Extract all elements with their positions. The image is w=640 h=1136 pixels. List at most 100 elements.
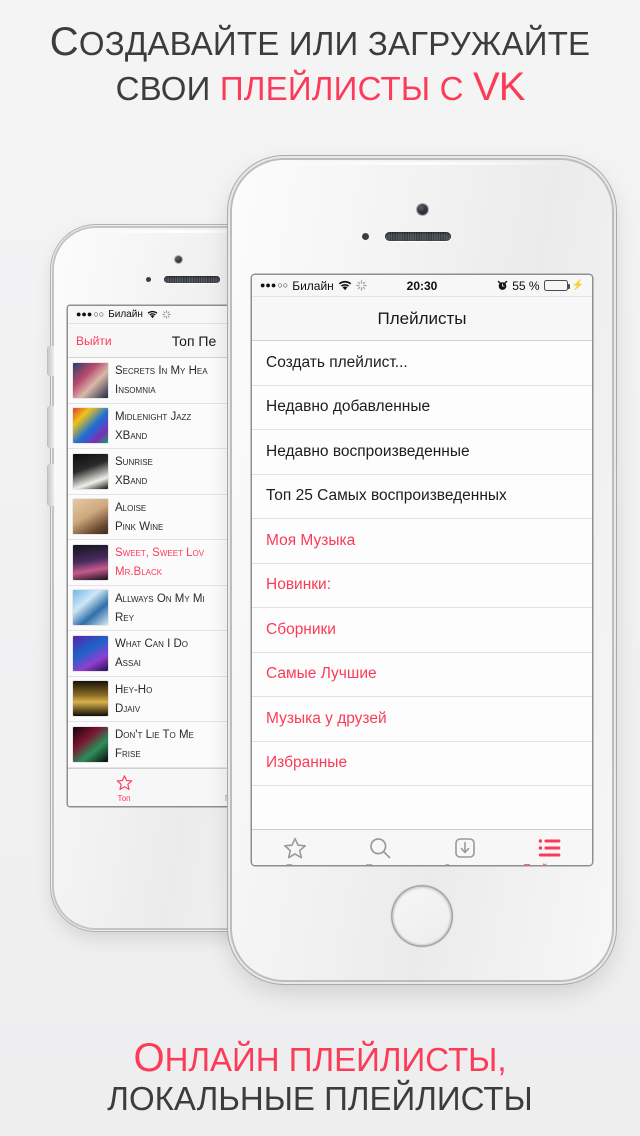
spinner-icon xyxy=(356,280,367,291)
earpiece-speaker xyxy=(385,232,451,241)
song-text: Don't lie to me Frise xyxy=(115,725,194,763)
song-text: Sweet, sweet lov Mr.Black xyxy=(115,543,204,581)
playlist-row-label: Новинки: xyxy=(266,576,332,594)
front-status-right: 55 % ⚡ xyxy=(497,279,584,293)
playlist-row[interactable]: Создать плейлист... xyxy=(252,341,592,386)
headline-line-1-rest: ОЗДАВАЙТЕ ИЛИ ЗАГРУЖАЙТЕ xyxy=(78,25,591,62)
signal-dots-filled: ●●● xyxy=(260,280,277,290)
song-title: Aloise xyxy=(115,501,147,514)
playlist-row[interactable]: Новинки: xyxy=(252,563,592,608)
tab-list[interactable]: Плейлисты xyxy=(507,830,592,865)
footline-line-1-lead: О xyxy=(133,1036,165,1081)
song-artist: Frise xyxy=(115,748,141,761)
song-artist: Mr.Black xyxy=(115,566,163,579)
footline-line-2: ЛОКАЛЬНЫЕ ПЛЕЙЛИСТЫ xyxy=(107,1080,533,1118)
search-icon xyxy=(368,835,392,861)
headline-line-1: СОЗДАВАЙТЕ ИЛИ ЗАГРУЖАЙТЕ xyxy=(0,20,640,65)
headline-brand-vk: VK xyxy=(473,64,525,109)
earpiece-speaker xyxy=(164,276,220,283)
song-title: Sunrise xyxy=(115,456,153,469)
proximity-sensor xyxy=(362,233,369,240)
playlist-row[interactable]: Музыка у друзей xyxy=(252,697,592,742)
footline-line-1-rest: НЛАЙН ПЛЕЙЛИСТЫ, xyxy=(164,1041,507,1079)
volume-down-button[interactable] xyxy=(48,464,54,506)
song-text: Sunrise xBand xyxy=(115,452,153,490)
album-art xyxy=(73,726,108,762)
spinner-icon xyxy=(162,310,171,319)
tab-label: Загрузки xyxy=(444,863,484,866)
song-artist: Djaiv xyxy=(115,702,141,715)
battery-icon xyxy=(543,280,570,291)
front-status-left: ●●● ○○ Билайн xyxy=(260,279,367,293)
album-art xyxy=(73,544,108,580)
logout-button[interactable]: Выйти xyxy=(68,334,112,348)
playlist-row-label: Избранные xyxy=(266,754,348,772)
album-art xyxy=(73,408,108,444)
tab-star[interactable]: Топ xyxy=(68,769,180,806)
promo-stage: СОЗДАВАЙТЕ ИЛИ ЗАГРУЖАЙТЕ СВОИ ПЛЕЙЛИСТЫ… xyxy=(0,0,640,1136)
playlist-row[interactable]: Недавно воспроизведенные xyxy=(252,430,592,475)
album-art xyxy=(73,453,108,489)
playlist-row[interactable]: Самые Лучшие xyxy=(252,652,592,697)
playlist-row[interactable]: Моя Музыка xyxy=(252,519,592,564)
tab-label: Топ xyxy=(117,793,131,803)
album-art xyxy=(73,635,108,671)
tab-search[interactable]: Поиск xyxy=(337,830,422,865)
home-button[interactable] xyxy=(394,888,450,944)
playlist-row[interactable]: Сборники xyxy=(252,608,592,653)
playlist-row-label: Моя Музыка xyxy=(266,531,356,549)
playlist-row-label: Недавно воспроизведенные xyxy=(266,442,470,460)
proximity-sensor xyxy=(146,277,151,282)
front-phone-screen: ●●● ○○ Билайн 20:30 55 % ⚡ Плейлисты Соз… xyxy=(252,275,592,865)
battery-percent-label: 55 % xyxy=(512,278,540,293)
tab-label: Плейлисты xyxy=(523,863,575,866)
song-title: Don't lie to me xyxy=(115,729,194,742)
song-title: Secrets in my hea xyxy=(115,365,208,378)
song-text: Hey-ho Djaiv xyxy=(115,680,152,718)
front-phone-gloss xyxy=(270,162,574,165)
front-nav-bar: Плейлисты xyxy=(252,297,592,341)
song-text: Aloise Pink wine xyxy=(115,498,163,536)
tab-star[interactable]: Топ xyxy=(252,830,337,865)
playlist-row-label: Недавно добавленные xyxy=(266,398,431,416)
song-artist: Rey xyxy=(115,611,134,624)
headline-line-2: СВОИ ПЛЕЙЛИСТЫ С VK xyxy=(0,65,640,110)
song-text: Allways on my mi Rey xyxy=(115,589,205,627)
album-art xyxy=(73,590,108,626)
song-title: Midlenight jazz xyxy=(115,410,192,423)
carrier-name: Билайн xyxy=(292,278,334,293)
headline-line-1-lead: С xyxy=(49,20,79,64)
promo-footline: ОНЛАЙН ПЛЕЙЛИСТЫ, ЛОКАЛЬНЫЕ ПЛЕЙЛИСТЫ xyxy=(0,1036,640,1118)
signal-dots-empty: ○○ xyxy=(277,280,289,290)
wifi-icon xyxy=(338,280,352,291)
mute-switch[interactable] xyxy=(48,346,54,376)
back-status-left: ●●● ○○ Билайн xyxy=(76,309,171,320)
front-camera xyxy=(417,204,428,215)
bolt-icon: ⚡ xyxy=(571,280,584,291)
album-art xyxy=(73,362,108,398)
front-camera xyxy=(175,256,182,263)
carrier-name: Билайн xyxy=(108,309,143,320)
volume-up-button[interactable] xyxy=(48,406,54,448)
playlist-row-label: Создать плейлист... xyxy=(266,353,408,371)
headline-line-2-accent: ПЛЕЙЛИСТЫ С xyxy=(219,69,474,107)
album-art xyxy=(73,681,108,717)
playlist-row-label: Музыка у друзей xyxy=(266,709,387,727)
tab-download[interactable]: Загрузки xyxy=(422,830,507,865)
front-tab-bar[interactable]: Топ Поиск Загрузки Плейлисты xyxy=(252,829,592,865)
star-icon xyxy=(283,835,307,861)
song-text: Midlenight jazz xBand xyxy=(115,407,191,445)
song-title: Allways on my mi xyxy=(115,592,205,605)
song-title: Sweet, sweet lov xyxy=(115,547,205,560)
tab-label: Поиск xyxy=(366,863,394,866)
song-artist: Insomnia xyxy=(115,384,156,397)
playlist-row[interactable]: Недавно добавленные xyxy=(252,385,592,430)
promo-headline: СОЗДАВАЙТЕ ИЛИ ЗАГРУЖАЙТЕ СВОИ ПЛЕЙЛИСТЫ… xyxy=(0,20,640,110)
front-status-bar: ●●● ○○ Билайн 20:30 55 % ⚡ xyxy=(252,275,592,297)
signal-dots-empty: ○○ xyxy=(93,309,105,319)
tab-label: Топ xyxy=(286,863,302,866)
playlist-row[interactable]: Избранные xyxy=(252,741,592,786)
playlist-list[interactable]: Создать плейлист... Недавно добавленные Не… xyxy=(252,341,592,829)
wifi-icon xyxy=(147,310,158,319)
playlist-row[interactable]: Топ 25 Самых воспроизведенных xyxy=(252,474,592,519)
